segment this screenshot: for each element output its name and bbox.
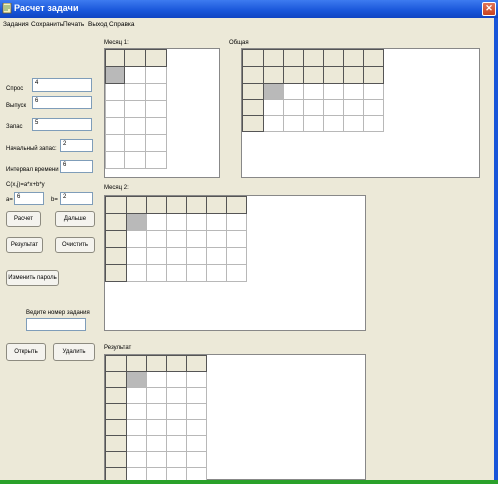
change-password-button-label: Изменить пароль [8, 275, 57, 281]
interval-label: Интервал времени [6, 167, 59, 173]
clear-button-label: Очистить [61, 242, 89, 248]
month2-title: Месяц 2: [104, 185, 129, 191]
interval-input[interactable]: 6 [60, 160, 93, 173]
general-title: Общая [229, 40, 249, 46]
a-input[interactable]: 6 [14, 192, 44, 205]
open-button-label: Открыть [14, 349, 38, 355]
change-password-button[interactable]: Изменить пароль [6, 270, 59, 286]
close-button[interactable]: ✕ [482, 2, 496, 16]
month2-grid[interactable] [104, 195, 366, 331]
result-title: Результат [104, 345, 132, 351]
calc-button[interactable]: Расчет [6, 211, 41, 227]
general-table[interactable] [242, 49, 384, 132]
result-button-label: Результат [10, 242, 39, 248]
b-label: b= [51, 197, 58, 203]
task-number-label: Ведите номер задания [26, 310, 90, 316]
demand-label: Спрос [6, 86, 24, 92]
stock-input[interactable]: 5 [32, 118, 92, 131]
next-button-label: Дальше [63, 216, 87, 222]
calc-button-label: Расчет [13, 216, 34, 222]
delete-button[interactable]: Удалить [53, 343, 95, 361]
task-number-input[interactable] [26, 318, 86, 331]
window-right-border [494, 18, 498, 480]
app-icon [2, 3, 12, 14]
result-table[interactable] [105, 355, 207, 482]
menu-item-print[interactable]: Печать [63, 21, 84, 28]
month1-table[interactable] [105, 49, 167, 169]
output-label: Выпуск [6, 103, 27, 109]
clear-button[interactable]: Очистить [55, 237, 95, 253]
init-stock-input[interactable]: 2 [60, 139, 93, 152]
demand-input[interactable]: 4 [32, 78, 92, 92]
result-grid[interactable] [104, 354, 366, 482]
stock-label: Запас [6, 124, 23, 130]
menu-item-help[interactable]: Справка [109, 21, 135, 28]
a-label: a= [6, 197, 13, 203]
delete-button-label: Удалить [62, 349, 86, 355]
b-input[interactable]: 2 [60, 192, 93, 205]
open-button[interactable]: Открыть [6, 343, 46, 361]
init-stock-label: Начальный запас: [6, 146, 57, 152]
menu-item-tasks[interactable]: Задания [3, 21, 29, 28]
general-grid[interactable] [241, 48, 480, 178]
menu-item-save[interactable]: Сохранить [31, 21, 63, 28]
menu-bar: Задания Сохранить Печать Выход Справка [0, 18, 498, 32]
result-button[interactable]: Результат [6, 237, 43, 253]
menu-item-exit[interactable]: Выход [88, 21, 107, 28]
month1-grid[interactable] [104, 48, 220, 178]
window-title: Расчет задачи [14, 3, 79, 13]
output-input[interactable]: 6 [32, 96, 92, 109]
next-button[interactable]: Дальше [55, 211, 95, 227]
title-bar[interactable]: Расчет задачи ✕ [0, 0, 498, 18]
formula-label: C(x,j)=a*x+b*y [6, 182, 45, 188]
taskbar-strip [0, 480, 498, 484]
month1-title: Месяц 1: [104, 40, 129, 46]
month2-table[interactable] [105, 196, 247, 282]
